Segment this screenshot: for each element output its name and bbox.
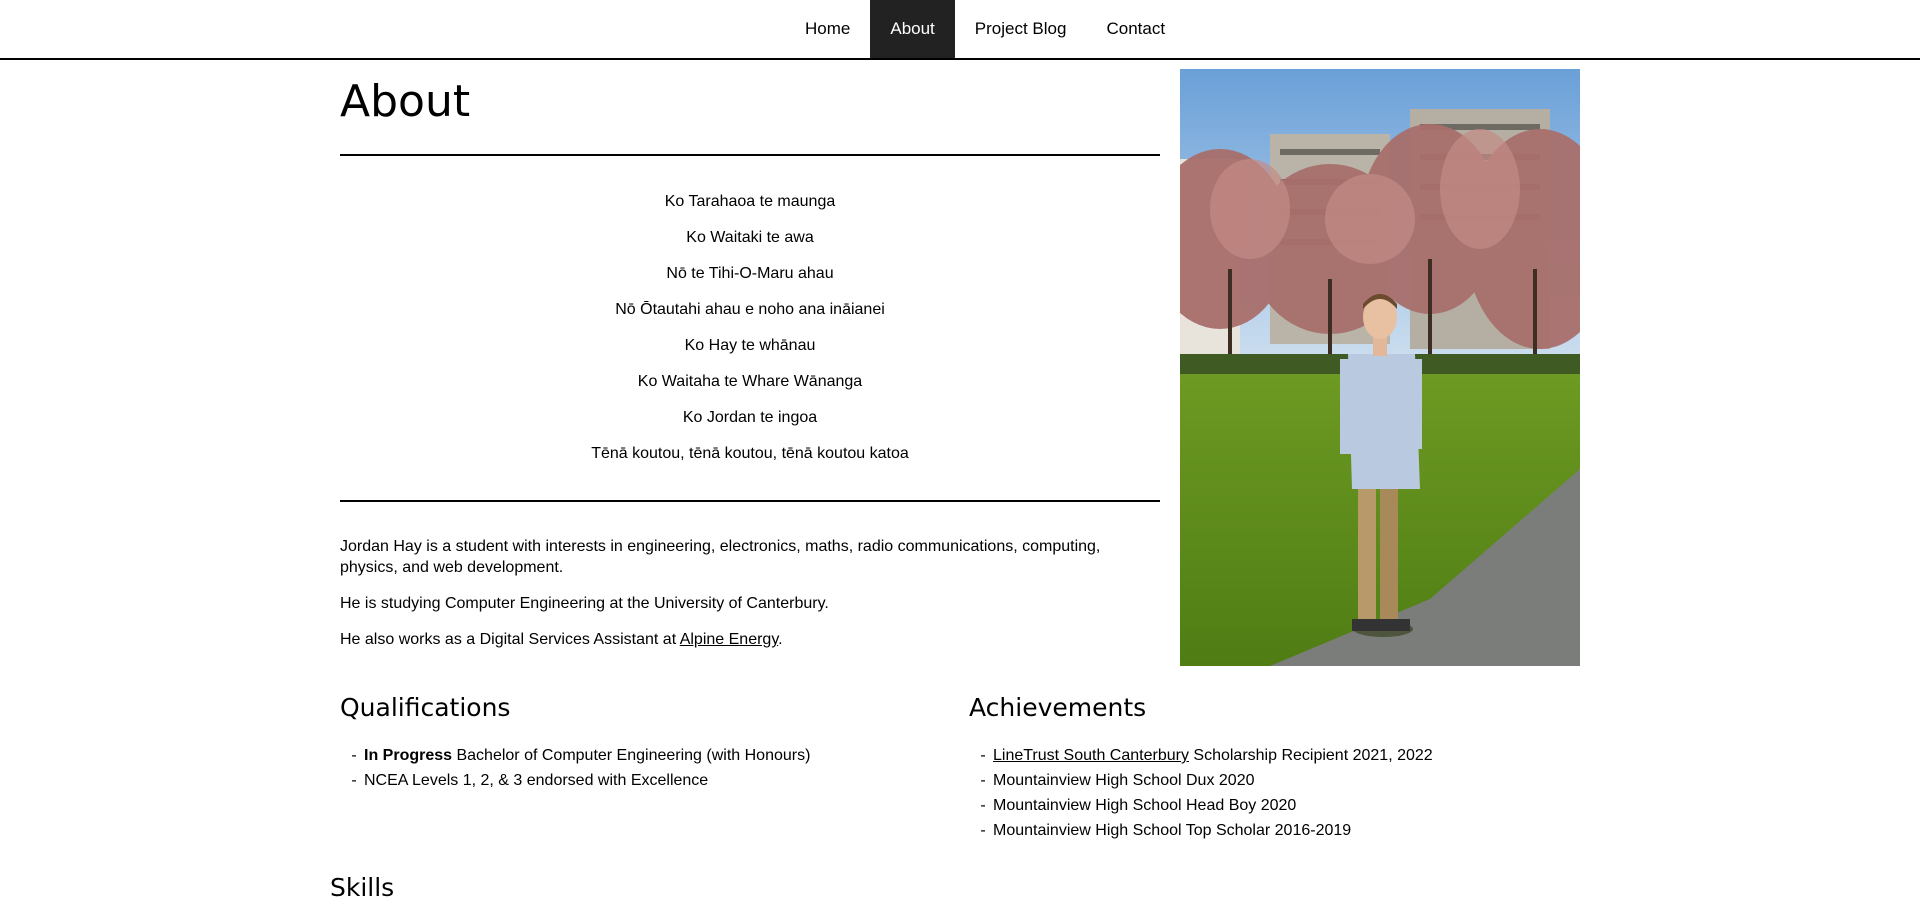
nav-menu: Home About Project Blog Contact [785,0,1185,58]
bio-paragraph-interests: Jordan Hay is a student with interests i… [340,538,1101,576]
nav-item-about[interactable]: About [870,0,955,58]
list-item: - In Progress Bachelor of Computer Engine… [348,743,810,768]
achievements-list: - LineTrust South Canterbury Scholarship … [977,743,1433,843]
alpine-energy-link[interactable]: Alpine Energy [680,631,778,648]
pepeha-block: Ko Tarahaoa te maunga Ko Waitaki te awa … [340,188,1160,476]
pepeha-line: Nō te Tihi-O-Maru ahau [666,265,834,282]
list-item: - Mountainview High School Head Boy 2020 [977,793,1433,818]
nav-item-contact[interactable]: Contact [1086,0,1185,58]
qualification-text: Bachelor of Computer Engineering (with H… [452,747,811,764]
pepeha-line: Ko Hay te whānau [684,337,816,354]
pepeha-line: Ko Jordan te ingoa [682,409,818,426]
dash-bullet: - [980,772,986,789]
dash-bullet: - [980,747,986,764]
divider-bottom [340,500,1160,502]
pepeha-line: Ko Tarahaoa te maunga [664,193,836,210]
dash-bullet: - [351,747,357,764]
list-item: - LineTrust South Canterbury Scholarship … [977,743,1433,768]
achievement-text: Mountainview High School Head Boy 2020 [993,797,1297,814]
divider-top [340,154,1160,156]
pepeha-line: Tēnā koutou, tēnā koutou, tēnā koutou ka… [591,445,909,462]
qualification-text: NCEA Levels 1, 2, & 3 endorsed with Exce… [364,772,709,789]
skills-heading: Skills [330,873,395,902]
bio-section: Jordan Hay is a student with interests i… [340,536,1160,665]
bio-paragraph-work: He also works as a Digital Services Assi… [340,629,1160,650]
top-nav-bar: Home About Project Blog Contact [0,0,1920,60]
bio-work-text: He also works as a Digital Services Assi… [340,631,680,648]
achievement-text: Mountainview High School Top Scholar 201… [993,822,1352,839]
qualifications-list: - In Progress Bachelor of Computer Engine… [348,743,810,793]
linetrust-link[interactable]: LineTrust South Canterbury [993,747,1189,764]
qualifications-heading: Qualifications [340,693,511,722]
list-item: - Mountainview High School Top Scholar 20… [977,818,1433,843]
dash-bullet: - [980,822,986,839]
pepeha-line: Nō Ōtautahi ahau e noho ana ināianei [615,301,885,318]
nav-item-home[interactable]: Home [785,0,870,58]
page-title: About [340,76,471,127]
pepeha-line: Ko Waitaki te awa [686,229,814,246]
dash-bullet: - [351,772,357,789]
bio-work-period: . [778,631,783,648]
achievements-heading: Achievements [969,693,1147,722]
bio-paragraph-study: He is studying Computer Engineering at t… [340,595,829,612]
nav-item-project-blog[interactable]: Project Blog [955,0,1087,58]
pepeha-line: Ko Waitaha te Whare Wānanga [637,373,863,390]
list-item: - NCEA Levels 1, 2, & 3 endorsed with Exc… [348,768,810,793]
achievement-text: Mountainview High School Dux 2020 [993,772,1255,789]
dash-bullet: - [980,797,986,814]
achievement-text: Scholarship Recipient 2021, 2022 [1188,747,1433,764]
profile-photo [1180,69,1580,666]
status-label: In Progress [364,747,453,764]
list-item: - Mountainview High School Dux 2020 [977,768,1433,793]
